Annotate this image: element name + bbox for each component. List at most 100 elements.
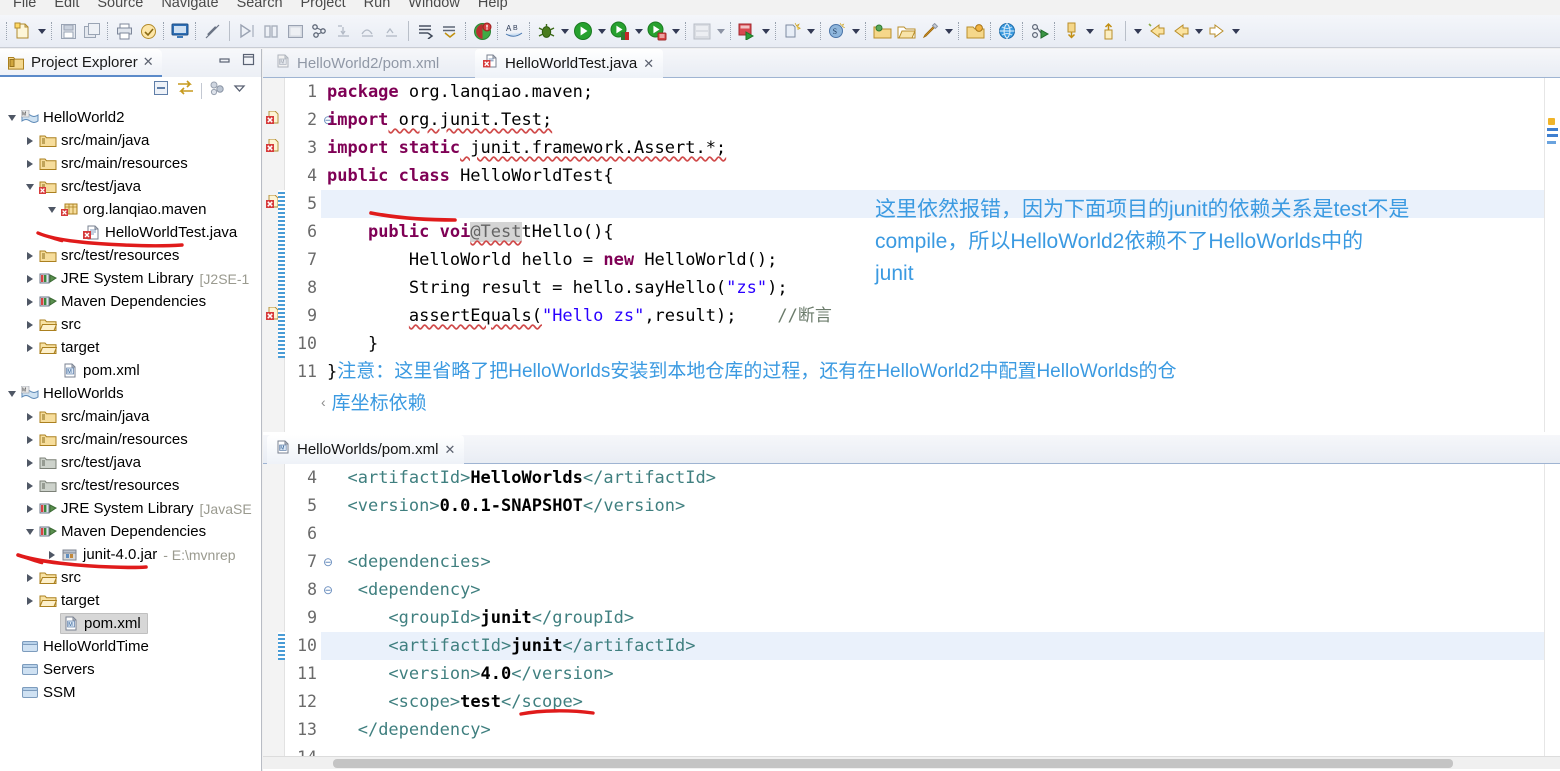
code-line-8[interactable]: String result = hello.sayHello("zs");	[321, 274, 1560, 302]
code-line-10[interactable]: }	[321, 330, 1560, 358]
run-dropdown-arrow[interactable]	[595, 20, 608, 42]
xml-line-6[interactable]	[321, 520, 1560, 548]
twisty-collapsed-icon[interactable]	[22, 574, 38, 582]
run-last-icon[interactable]	[235, 19, 259, 43]
bottom-annotation-ruler[interactable]	[263, 464, 285, 769]
twisty-collapsed-icon[interactable]	[22, 597, 38, 605]
step-icon[interactable]	[259, 19, 283, 43]
view-menu-icon[interactable]	[208, 80, 226, 101]
twisty-collapsed-icon[interactable]	[22, 436, 38, 444]
tree-row-jre-system-library[interactable]: JRE System Library [J2SE-1	[0, 267, 261, 290]
next-edit-icon[interactable]	[1059, 19, 1083, 43]
tree-row-src-test-java-2[interactable]: src/test/java	[0, 451, 261, 474]
debug-icon[interactable]	[534, 19, 558, 43]
profile-icon[interactable]	[1027, 19, 1051, 43]
tree-row-servers[interactable]: Servers	[0, 658, 261, 681]
bottom-horizontal-scrollbar[interactable]	[263, 756, 1560, 769]
twisty-collapsed-icon[interactable]	[22, 505, 38, 513]
tree-row-pom-xml-helloworld2[interactable]: M pom.xml	[0, 359, 261, 382]
project-tree[interactable]: M HelloWorld2 src/main/java src/main/res…	[0, 104, 261, 704]
twisty-collapsed-icon[interactable]	[22, 275, 38, 283]
new-java-dropdown-arrow[interactable]	[804, 20, 817, 42]
run-server-icon[interactable]	[735, 19, 759, 43]
error-marker-icon[interactable]	[266, 138, 281, 158]
top-editor-text[interactable]: package org.lanqiao.maven; import org.ju…	[321, 78, 1560, 432]
back-dropdown-arrow[interactable]	[1131, 20, 1144, 42]
tree-row-jre-system-library-2[interactable]: JRE System Library [JavaSE	[0, 497, 261, 520]
new-dropdown-arrow[interactable]	[35, 20, 48, 42]
top-editor-code-pane[interactable]: 1 2 3 4 5 6 7 8 9 10 11 ⊖ ⊖ package org.…	[263, 78, 1560, 432]
code-line-9[interactable]: assertEquals("Hello zs",result); //断言	[321, 302, 1560, 330]
search-icon[interactable]	[918, 19, 942, 43]
server-icon[interactable]	[690, 19, 714, 43]
open-resource-icon[interactable]	[963, 19, 987, 43]
step-return-icon[interactable]	[379, 19, 403, 43]
tree-row-helloworldtest-java[interactable]: HelloWorldTest.java	[0, 221, 261, 248]
close-icon[interactable]: ✕	[643, 56, 654, 72]
menu-item-file[interactable]: File	[4, 0, 45, 11]
twisty-expanded-icon[interactable]	[4, 115, 20, 121]
xml-line-9[interactable]: <groupId>junit</groupId>	[321, 604, 1560, 632]
print-icon[interactable]	[112, 19, 136, 43]
open-type-icon[interactable]	[870, 19, 894, 43]
xml-line-5[interactable]: <version>0.0.1-SNAPSHOT</version>	[321, 492, 1560, 520]
twisty-collapsed-icon[interactable]	[22, 160, 38, 168]
view-menu-arrow-icon[interactable]	[232, 81, 247, 100]
maximize-icon[interactable]	[242, 53, 255, 71]
previous-edit-icon[interactable]	[1096, 19, 1120, 43]
forward-dropdown-arrow[interactable]	[1192, 20, 1205, 42]
forward-icon[interactable]	[1205, 19, 1229, 43]
spellcheck-icon[interactable]: AB	[502, 19, 526, 43]
new-class-dropdown-arrow[interactable]	[849, 20, 862, 42]
server-dropdown-arrow[interactable]	[714, 20, 727, 42]
minimize-icon[interactable]	[218, 53, 231, 71]
tree-row-src-2[interactable]: src	[0, 566, 261, 589]
twisty-expanded-icon[interactable]	[4, 391, 20, 397]
code-line-1[interactable]: package org.lanqiao.maven;	[321, 78, 1560, 106]
error-marker-icon[interactable]	[266, 110, 281, 130]
twisty-expanded-icon[interactable]	[22, 529, 38, 535]
next-annotation-icon[interactable]	[414, 19, 438, 43]
twisty-collapsed-icon[interactable]	[22, 459, 38, 467]
twisty-collapsed-icon[interactable]	[22, 344, 38, 352]
tree-row-maven-dependencies-2[interactable]: Maven Dependencies	[0, 520, 261, 543]
twisty-collapsed-icon[interactable]	[22, 298, 38, 306]
menu-item-help[interactable]: Help	[469, 0, 517, 11]
run-icon[interactable]	[571, 19, 595, 43]
step-over-icon[interactable]	[355, 19, 379, 43]
twisty-collapsed-icon[interactable]	[22, 482, 38, 490]
run-external-dropdown-arrow[interactable]	[632, 20, 645, 42]
code-line-3[interactable]: import static junit.framework.Assert.*;	[321, 134, 1560, 162]
tree-row-pom-xml-helloworlds[interactable]: M pom.xml	[0, 612, 261, 635]
code-line-2[interactable]: import org.junit.Test;	[321, 106, 1560, 134]
tree-row-helloworlds[interactable]: M HelloWorlds	[0, 382, 261, 405]
tree-row-helloworld2[interactable]: M HelloWorld2	[0, 106, 261, 129]
open-task-icon[interactable]	[894, 19, 918, 43]
twisty-expanded-icon[interactable]	[22, 184, 38, 190]
export-icon[interactable]	[136, 19, 160, 43]
top-annotation-ruler[interactable]	[263, 78, 285, 432]
bottom-editor-code-pane[interactable]: 4 5 6 7 8 9 10 11 12 13 14 ⊖ ⊖ <artifact…	[263, 464, 1560, 769]
menu-item-navigate[interactable]: Navigate	[152, 0, 227, 11]
code-line-7[interactable]: HelloWorld hello = new HelloWorld();	[321, 246, 1560, 274]
tree-row-src[interactable]: src	[0, 313, 261, 336]
error-marker-icon[interactable]	[470, 19, 494, 43]
menu-item-search[interactable]: Search	[228, 0, 292, 11]
previous-annotation-icon[interactable]	[438, 19, 462, 43]
back-nav-icon[interactable]	[1168, 19, 1192, 43]
search-dropdown-arrow[interactable]	[942, 20, 955, 42]
debug-dropdown-arrow[interactable]	[558, 20, 571, 42]
terminate-icon[interactable]	[283, 19, 307, 43]
xml-line-13[interactable]: </dependency>	[321, 716, 1560, 744]
step-into-icon[interactable]	[331, 19, 355, 43]
project-explorer-tab[interactable]: Project Explorer ✕	[0, 49, 162, 77]
bottom-overview-ruler[interactable]	[1544, 464, 1560, 769]
twisty-expanded-icon[interactable]	[44, 207, 60, 213]
tree-row-src-main-resources[interactable]: src/main/resources	[0, 152, 261, 175]
terminal-icon[interactable]	[168, 19, 192, 43]
code-line-11[interactable]: }注意：这里省略了把HelloWorlds安装到本地仓库的过程，还有在Hello…	[321, 358, 1560, 386]
editor-tab-helloworld2-pom[interactable]: M HelloWorld2/pom.xml	[267, 49, 448, 78]
tree-row-target-2[interactable]: target	[0, 589, 261, 612]
menu-item-run[interactable]: Run	[355, 0, 400, 11]
tree-row-src-main-resources-2[interactable]: src/main/resources	[0, 428, 261, 451]
